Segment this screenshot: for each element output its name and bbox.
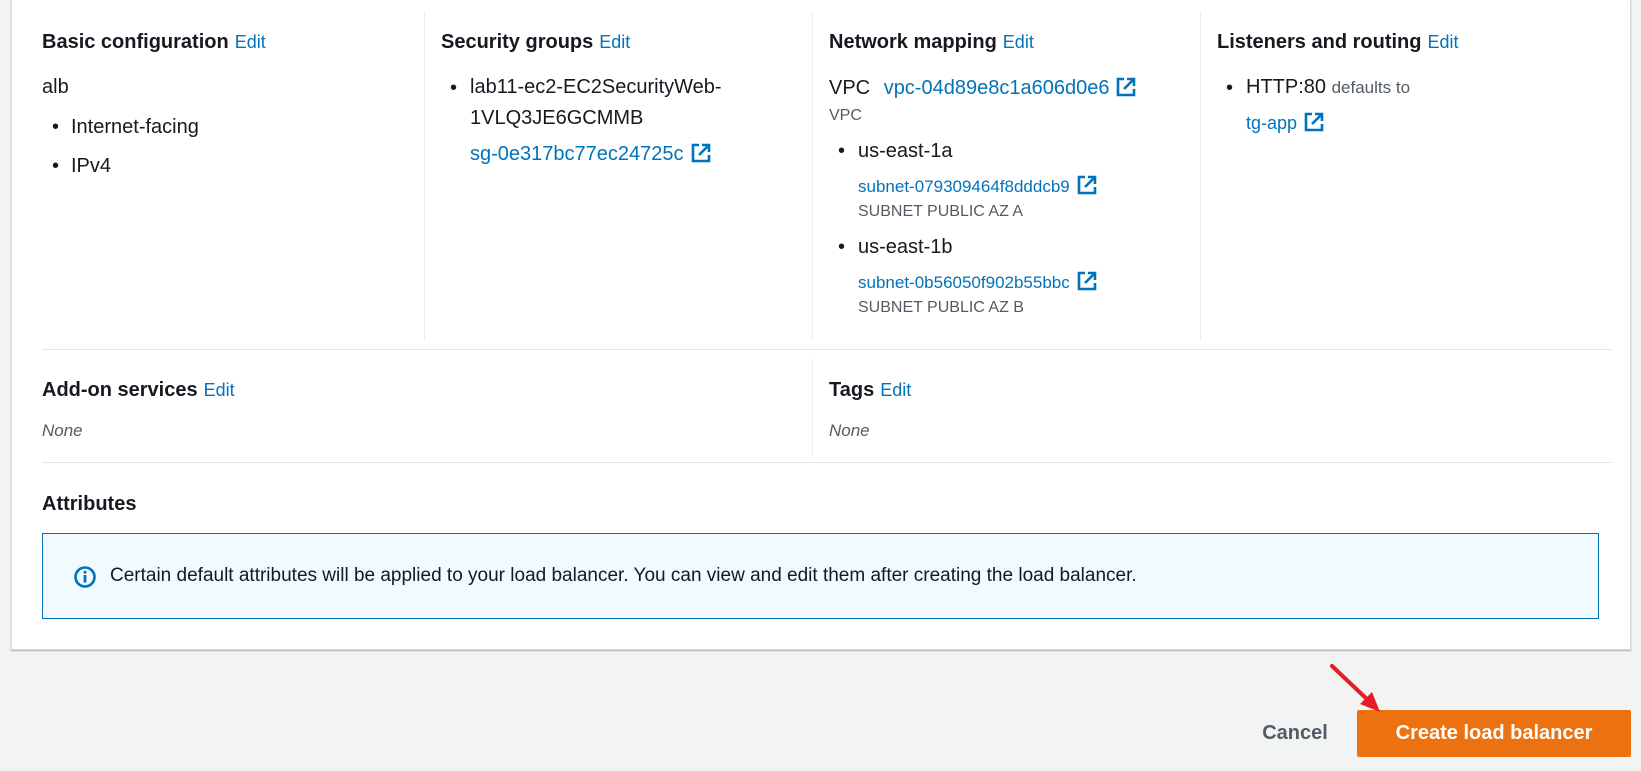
attributes-title: Attributes: [42, 493, 137, 515]
section-title: Network mapping: [829, 31, 997, 53]
vpc-caption: VPC: [829, 107, 862, 124]
security-group-name-line: 1VLQ3JE6GCMMB: [470, 107, 644, 129]
column-divider: [812, 359, 813, 457]
security-groups-section: Security groups Edit: [441, 31, 630, 54]
column-divider: [812, 12, 813, 340]
subnet-name: SUBNET PUBLIC AZ A: [858, 203, 1024, 220]
bullet: •: [838, 236, 846, 258]
vpc-row: VPC vpc-04d89e8c1a606d0e6: [829, 76, 1137, 100]
target-group-link[interactable]: tg-app: [1246, 113, 1297, 133]
external-link-icon[interactable]: [690, 142, 712, 164]
bullet: •: [450, 77, 458, 99]
section-title: Tags: [829, 379, 875, 401]
section-title: Listeners and routing: [1217, 31, 1422, 53]
attributes-info-text: Certain default attributes will be appli…: [110, 565, 1137, 586]
bullet: •: [1226, 77, 1234, 99]
load-balancer-name: alb: [42, 76, 69, 98]
listener-row: HTTP:80 defaults to: [1246, 76, 1410, 99]
section-title: Security groups: [441, 31, 594, 53]
security-group-name-line: lab11-ec2-EC2SecurityWeb-: [470, 76, 722, 98]
add-on-services-section: Add-on services Edit: [42, 379, 235, 402]
availability-zone: us-east-1b: [858, 236, 953, 258]
security-group-name: lab11-ec2-EC2SecurityWeb- 1VLQ3JE6GCMMB: [470, 76, 722, 130]
edit-network-mapping-link[interactable]: Edit: [1003, 32, 1034, 52]
tags-section: Tags Edit: [829, 379, 911, 402]
subnet-name: SUBNET PUBLIC AZ B: [858, 299, 1024, 316]
target-group-row: tg-app: [1246, 111, 1325, 134]
edit-listeners-link[interactable]: Edit: [1427, 32, 1458, 52]
section-title: Add-on services: [42, 379, 198, 401]
section-title: Basic configuration: [42, 31, 229, 53]
info-icon: [74, 566, 96, 588]
security-group-id-row: sg-0e317bc77ec24725c: [470, 142, 712, 166]
edit-basic-configuration-link[interactable]: Edit: [235, 32, 266, 52]
subnet-link[interactable]: subnet-0b56050f902b55bbc: [858, 273, 1070, 292]
bullet: •: [838, 140, 846, 162]
external-link-icon[interactable]: [1303, 111, 1325, 133]
security-group-id-link[interactable]: sg-0e317bc77ec24725c: [470, 143, 684, 165]
external-link-icon[interactable]: [1076, 174, 1098, 196]
external-link-icon[interactable]: [1076, 270, 1098, 292]
tags-value: None: [829, 421, 870, 440]
external-link-icon[interactable]: [1115, 76, 1137, 98]
section-divider: [42, 462, 1612, 463]
section-divider: [42, 349, 1612, 350]
defaults-to-text: defaults to: [1331, 78, 1411, 97]
vpc-label: VPC: [829, 77, 871, 99]
subnet-link[interactable]: subnet-079309464f8dddcb9: [858, 177, 1070, 196]
network-mapping-section: Network mapping Edit: [829, 31, 1034, 54]
edit-add-on-services-link[interactable]: Edit: [204, 380, 235, 400]
vpc-id-link[interactable]: vpc-04d89e8c1a606d0e6: [884, 77, 1110, 99]
availability-zone: us-east-1a: [858, 140, 953, 162]
bullet: •: [52, 155, 60, 177]
attributes-info-alert: Certain default attributes will be appli…: [42, 533, 1599, 619]
create-load-balancer-button[interactable]: Create load balancer: [1357, 710, 1631, 757]
ip-address-type-value: IPv4: [71, 155, 112, 177]
annotation-arrow-icon: [1330, 664, 1380, 712]
edit-security-groups-link[interactable]: Edit: [599, 32, 630, 52]
add-on-services-value: None: [42, 421, 83, 440]
basic-configuration-section: Basic configuration Edit: [42, 31, 266, 54]
listeners-routing-section: Listeners and routing Edit: [1217, 31, 1459, 54]
subnet-row: subnet-079309464f8dddcb9: [858, 174, 1098, 197]
edit-tags-link[interactable]: Edit: [880, 380, 911, 400]
column-divider: [1200, 12, 1201, 340]
bullet: •: [52, 116, 60, 138]
subnet-row: subnet-0b56050f902b55bbc: [858, 270, 1098, 293]
column-divider: [424, 12, 425, 340]
listener-protocol-port: HTTP:80: [1246, 76, 1327, 98]
scheme-value: Internet-facing: [71, 116, 199, 138]
